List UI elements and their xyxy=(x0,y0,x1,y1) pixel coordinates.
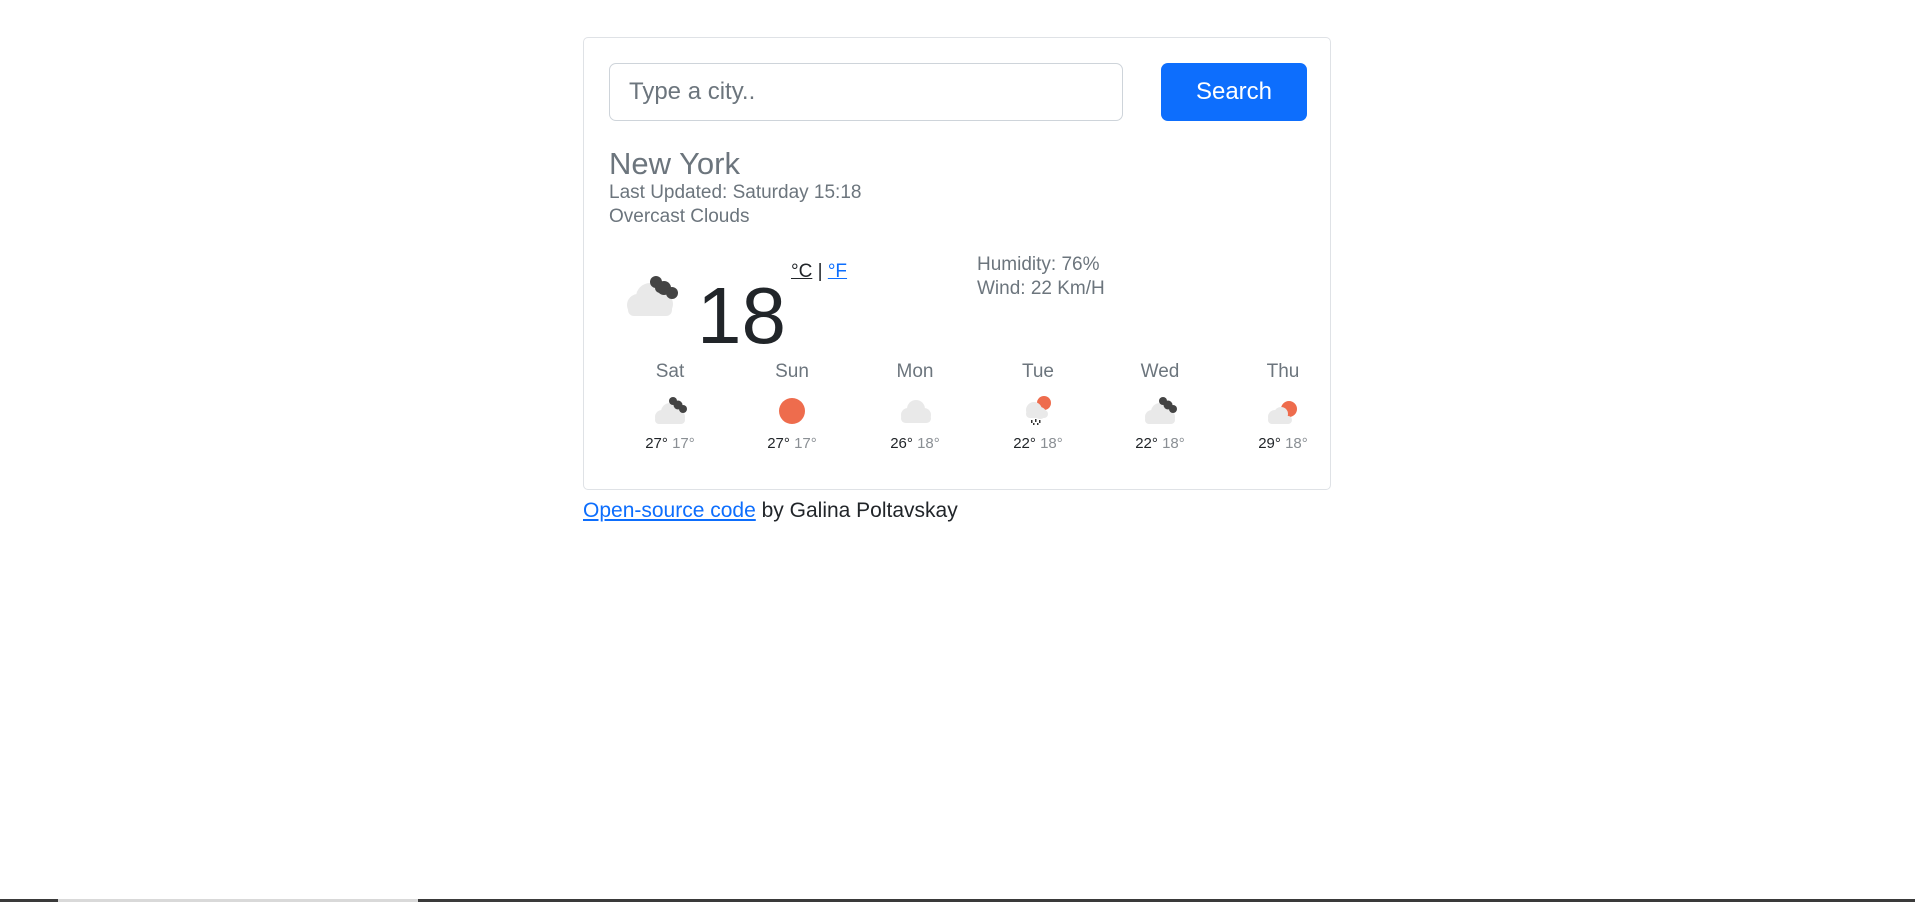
forecast-day-name: Tue xyxy=(1021,361,1055,382)
forecast-max: 26° xyxy=(890,435,913,452)
forecast-day-name: Sun xyxy=(775,361,809,382)
unit-toggle: °C | °F xyxy=(791,260,847,284)
forecast-day: Wed 22° 18° xyxy=(1099,360,1221,454)
weather-card: Search New York Last Updated: Saturday 1… xyxy=(583,37,1331,490)
city-search-input[interactable] xyxy=(609,63,1123,121)
humidity: Humidity: 76% xyxy=(977,254,1100,275)
forecast-day: Sat 27° 17° xyxy=(609,360,731,454)
forecast-day: Mon 26° 18° xyxy=(854,360,976,454)
forecast-temps: 26° 18° xyxy=(854,434,976,454)
search-button[interactable]: Search xyxy=(1161,63,1307,121)
forecast-min: 18° xyxy=(917,435,940,452)
broken-clouds-icon xyxy=(627,276,678,316)
fahrenheit-link[interactable]: °F xyxy=(828,261,847,282)
city-name: New York xyxy=(609,146,740,181)
forecast-day-name: Thu xyxy=(1266,361,1300,382)
forecast-day: Sun 27° 17° xyxy=(731,360,853,454)
current-temperature: 18 xyxy=(697,271,786,360)
clear-sun-icon xyxy=(779,398,805,424)
forecast-temps: 22° 18° xyxy=(977,434,1099,454)
forecast-day: Tue 22° 18° xyxy=(977,360,1099,454)
open-source-link[interactable]: Open-source code xyxy=(583,499,756,522)
rain-sun-icon xyxy=(1026,396,1051,425)
forecast-max: 29° xyxy=(1258,435,1281,452)
forecast-day-name: Mon xyxy=(896,361,934,382)
forecast-day-name: Wed xyxy=(1140,361,1180,382)
weather-description: Overcast Clouds xyxy=(609,206,750,227)
forecast-max: 22° xyxy=(1135,435,1158,452)
forecast: Sat 27° 17° Sun 27° 17° Mon 26° 18° Tue xyxy=(609,360,1344,470)
forecast-min: 17° xyxy=(794,435,817,452)
forecast-temps: 27° 17° xyxy=(731,434,853,454)
author-credit: by Galina Poltavskay xyxy=(761,499,958,522)
partly-cloudy-icon xyxy=(1268,401,1297,424)
celsius-link[interactable]: °C xyxy=(791,261,812,282)
forecast-temps: 29° 18° xyxy=(1222,434,1344,454)
forecast-min: 18° xyxy=(1285,435,1308,452)
forecast-day: Thu 29° 18° xyxy=(1222,360,1344,454)
forecast-min: 18° xyxy=(1040,435,1063,452)
forecast-day-name: Sat xyxy=(655,361,685,382)
unit-separator: | xyxy=(817,261,823,282)
wind-speed: Wind: 22 Km/H xyxy=(977,278,1105,299)
broken-clouds-icon xyxy=(655,397,687,424)
forecast-min: 17° xyxy=(672,435,695,452)
forecast-temps: 27° 17° xyxy=(609,434,731,454)
footer: Open-source code by Galina Poltavskay xyxy=(583,497,958,525)
forecast-temps: 22° 18° xyxy=(1099,434,1221,454)
cloud-icon xyxy=(901,400,931,423)
forecast-max: 22° xyxy=(1013,435,1036,452)
broken-clouds-icon xyxy=(1145,397,1177,424)
forecast-min: 18° xyxy=(1162,435,1185,452)
forecast-max: 27° xyxy=(767,435,790,452)
forecast-max: 27° xyxy=(645,435,668,452)
last-updated: Last Updated: Saturday 15:18 xyxy=(609,182,862,203)
